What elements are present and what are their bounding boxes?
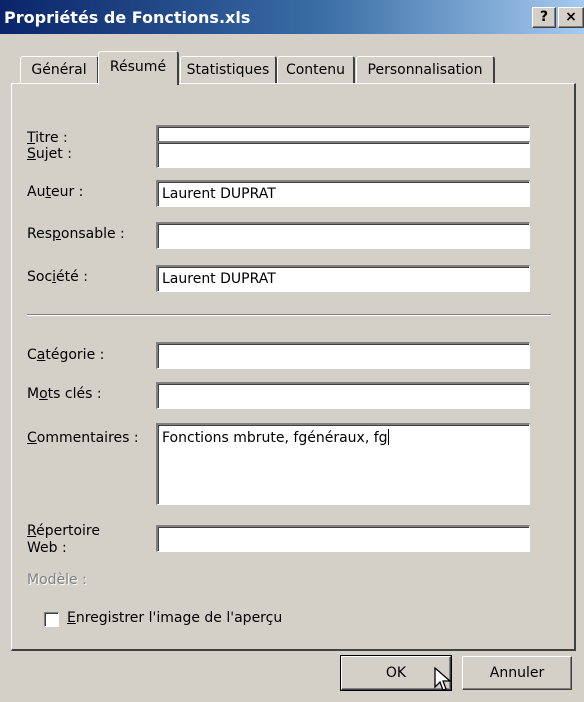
auteur-label: Auteur : (27, 184, 84, 200)
separator (27, 314, 551, 316)
societe-field[interactable]: Laurent DUPRAT (156, 265, 530, 292)
repertoire-web-field[interactable] (156, 525, 530, 552)
mots-cles-label: Mots clés : (27, 386, 102, 402)
categorie-label: Catégorie : (27, 347, 105, 363)
sujet-field[interactable] (156, 141, 530, 168)
save-preview-label[interactable]: Enregistrer l'image de l'aperçu (67, 610, 282, 626)
repertoire-web-label: Répertoire Web : (27, 523, 100, 556)
sujet-label-text: Sujet : (27, 146, 72, 162)
commentaires-field[interactable]: Fonctions mbrute, fgénéraux, fg (156, 423, 530, 505)
auteur-field[interactable]: Laurent DUPRAT (156, 180, 530, 207)
responsable-field[interactable] (156, 222, 530, 249)
categorie-field[interactable] (156, 342, 530, 369)
titre-label: Titre : (27, 130, 68, 146)
save-preview-checkbox[interactable] (44, 612, 59, 627)
modele-label: Modèle : (27, 572, 87, 588)
commentaires-value: Fonctions mbrute, fgénéraux, fg (162, 430, 388, 446)
responsable-label: Responsable : (27, 226, 125, 242)
text-caret (387, 429, 389, 445)
commentaires-label: Commentaires : (27, 430, 139, 446)
societe-label: Société : (27, 269, 88, 285)
mots-cles-field[interactable] (156, 382, 530, 409)
